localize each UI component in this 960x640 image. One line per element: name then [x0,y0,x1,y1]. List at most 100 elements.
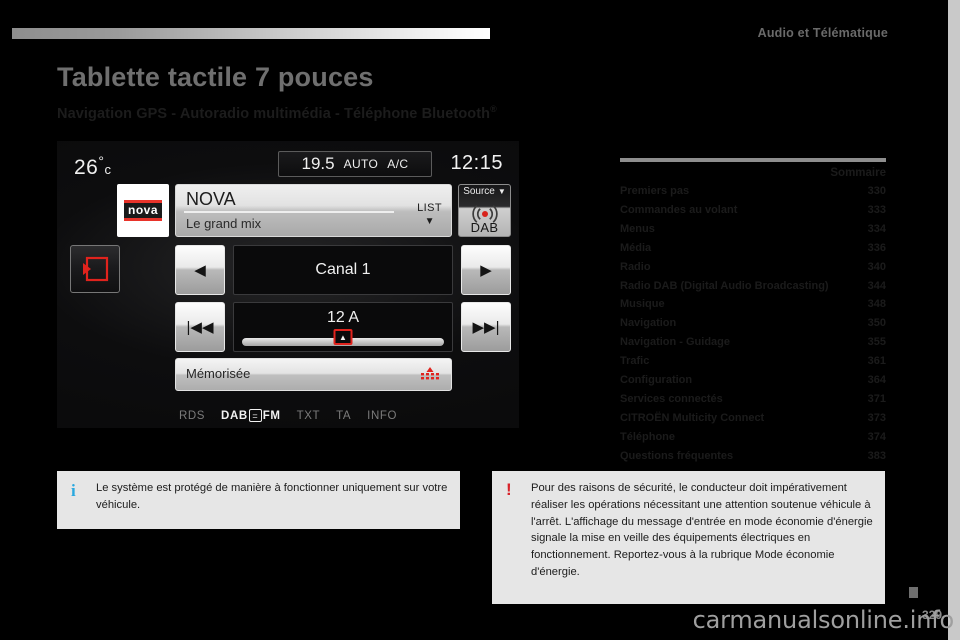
summary-entry-page: 348 [867,298,886,311]
summary-entry-label: Services connectés [620,392,723,405]
radio-flags-bar: RDS DAB = FM TXT TA INFO [57,409,519,422]
source-label: Source [463,186,495,197]
summary-heading: Sommaire [830,167,886,179]
summary-entry-label: Téléphone [620,430,676,443]
station-name: NOVA [186,189,236,209]
outside-temperature: 26°c [74,153,111,180]
summary-entry[interactable]: Configuration 364 [620,371,886,390]
summary-entry-label: Menus [620,222,655,235]
info-icon: i [71,481,76,500]
summary-entry-label: Radio [620,260,651,273]
info-note-box: i Le système est protégé de manière à fo… [57,471,460,529]
summary-entry[interactable]: Média 336 [620,239,886,258]
summary-entry-page: 361 [867,355,886,368]
summary-block: Sommaire Premiers pas 330 Commandes au v… [620,158,886,466]
manual-page: Audio et Télématique Tablette tactile 7 … [0,0,960,640]
summary-entry[interactable]: Navigation - Guidage 355 [620,333,886,352]
summary-entry[interactable]: Radio 340 [620,258,886,277]
summary-entry-page: 364 [867,374,886,387]
page-marker [909,587,918,598]
summary-entry-page: 333 [867,203,886,216]
memorised-label: Mémorisée [186,366,251,381]
seek-next-button[interactable]: ▶▶| [461,302,511,352]
summary-entry-page: 344 [867,279,886,292]
summary-entry[interactable]: Trafic 361 [620,352,886,371]
summary-entry-label: Commandes au volant [620,203,738,216]
summary-entry[interactable]: Musique 348 [620,295,886,314]
frequency-slider-track[interactable]: ▲ [242,329,444,346]
flag-rds: RDS [178,409,206,422]
chapter-title: Audio et Télématique [757,26,888,40]
flag-fm: FM [262,409,281,422]
flag-ta: TA [336,409,352,422]
summary-entry-page: 383 [867,449,886,462]
frequency-display[interactable]: 12 A ▲ [233,302,453,352]
page-title: Tablette tactile 7 pouces [57,62,374,92]
station-divider [184,211,394,213]
nova-logo: nova [123,199,162,222]
climate-status[interactable]: 19.5 AUTO A/C [278,151,432,177]
summary-entry-page: 373 [867,411,886,424]
summary-entry-label: Radio DAB (Digital Audio Broadcasting) [620,279,829,292]
summary-entry[interactable]: Questions fréquentes 383 [620,447,886,466]
source-button[interactable]: Source ▼ DAB [458,184,511,237]
summary-entry[interactable]: Commandes au volant 333 [620,201,886,220]
summary-entry[interactable]: CITROËN Multicity Connect 373 [620,409,886,428]
warning-icon: ! [506,480,512,499]
warning-text: Pour des raisons de sécurité, le conduct… [531,482,873,578]
temperature-unit: c [104,162,112,177]
climate-auto-label: AUTO [343,157,379,171]
right-edge-strip [948,0,960,640]
next-button[interactable]: ▶ [461,245,511,295]
dab-fm-link-icon: = [248,409,262,422]
summary-entry-page: 334 [867,222,886,235]
summary-entry[interactable]: Navigation 350 [620,314,886,333]
frequency-slider-thumb[interactable]: ▲ [333,329,353,345]
summary-entry-label: Musique [620,298,665,311]
summary-rule [620,158,886,162]
summary-entry-page: 371 [867,392,886,405]
channel-display[interactable]: Canal 1 [233,245,453,295]
summary-entry-page: 340 [867,260,886,273]
source-mode-label: DAB [470,220,499,235]
summary-entry[interactable]: Premiers pas 330 [620,182,886,201]
climate-setpoint: 19.5 [301,154,335,173]
summary-entry-label: CITROËN Multicity Connect [620,411,765,424]
summary-entry-page: 355 [867,336,886,349]
info-note-text: Le système est protégé de manière à fonc… [96,482,448,511]
temperature-value: 26 [74,156,99,179]
summary-entry-label: Premiers pas [620,185,690,197]
climate-ac-label: A/C [387,157,409,171]
summary-entry-page: 336 [867,241,886,254]
summary-entry-label: Navigation - Guidage [620,336,731,349]
summary-entry-label: Trafic [620,355,650,368]
station-panel[interactable]: NOVA Le grand mix LIST ▼ [175,184,452,237]
summary-entry-page: 330 [867,185,886,197]
source-header: Source ▼ [459,186,510,197]
station-list-button[interactable]: LIST ▼ [417,199,442,227]
flag-info: INFO [367,409,398,422]
station-subtitle: Le grand mix [186,216,262,231]
summary-entry-label: Média [620,241,652,254]
seek-previous-button[interactable]: |◀◀ [175,302,225,352]
page-subtitle-text: Navigation GPS - Autoradio multimédia - … [57,105,491,122]
summary-entry[interactable]: Radio DAB (Digital Audio Broadcasting) 3… [620,277,886,296]
flag-dab-fm: DAB = FM [221,409,281,422]
flag-txt: TXT [296,409,321,422]
summary-entry[interactable]: Menus 334 [620,220,886,239]
memorised-bar[interactable]: Mémorisée [175,358,452,391]
chevron-down-icon: ▼ [424,216,435,227]
summary-entry[interactable]: Téléphone 374 [620,428,886,447]
previous-button[interactable]: ◀ [175,245,225,295]
summary-entry-label: Navigation [620,317,677,330]
station-logo-tile: nova [117,184,169,237]
clock: 12:15 [450,152,503,174]
page-subtitle: Navigation GPS - Autoradio multimédia - … [57,104,497,122]
summary-entry-label: Questions fréquentes [620,449,734,462]
exit-memory-button[interactable] [70,245,120,293]
summary-entry-label: Configuration [620,374,693,387]
frequency-value: 12 A [326,309,360,326]
watermark: carmanualsonline.info [692,606,955,634]
summary-entry-page: 374 [867,430,886,443]
summary-entry[interactable]: Services connectés 371 [620,390,886,409]
